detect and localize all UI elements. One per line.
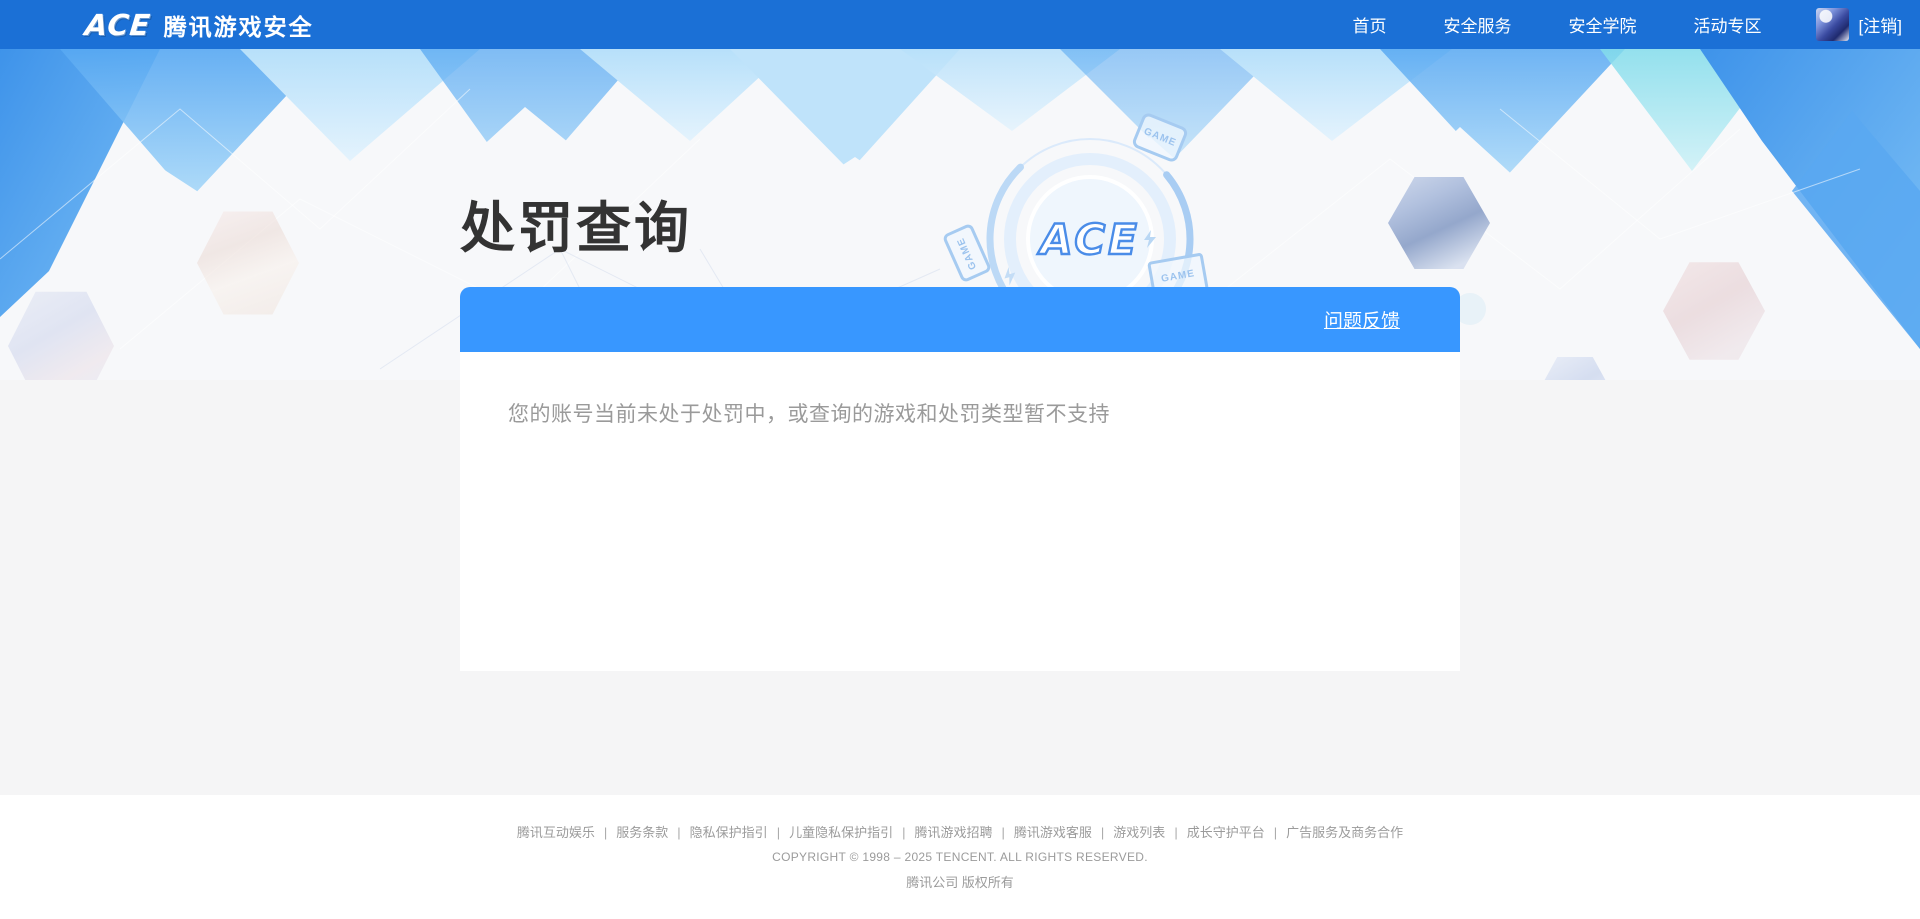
svg-text:ACE: ACE [1037,215,1140,264]
page-footer: 腾讯互动娱乐 | 服务条款 | 隐私保护指引 | 儿童隐私保护指引 | 腾讯游戏招聘 | 腾讯游戏客… [0,795,1920,919]
game-tablet-label: GAME [1142,126,1178,149]
nav-item-security-academy[interactable]: 安全学院 [1569,12,1637,37]
footer-separator: | [902,825,906,840]
footer-separator: | [1100,825,1105,840]
footer-link-recruiting[interactable]: 腾讯游戏招聘 [914,825,992,840]
nav-item-security-services[interactable]: 安全服务 [1444,12,1512,37]
punishment-query-panel: 问题反馈 您的账号当前未处于处罚中，或查询的游戏和处罚类型暂不支持 [460,287,1460,671]
query-panel-header: 问题反馈 [460,287,1460,352]
footer-link-terms[interactable]: 服务条款 [616,825,668,840]
page-title: 处罚查询 [460,197,693,259]
footer-separator: | [603,825,608,840]
top-navbar: ACE 腾讯游戏安全 首页 安全服务 安全学院 活动专区 [注销] [0,0,1920,49]
query-result-card: 您的账号当前未处于处罚中，或查询的游戏和处罚类型暂不支持 [460,352,1460,671]
footer-link-privacy[interactable]: 隐私保护指引 [690,825,768,840]
logout-link[interactable]: [注销] [1859,12,1902,37]
game-monitor-label: GAME [1160,267,1196,285]
footer-links: 腾讯互动娱乐 | 服务条款 | 隐私保护指引 | 儿童隐私保护指引 | 腾讯游戏招聘 | 腾讯游戏客… [0,822,1920,841]
footer-separator: | [677,825,681,840]
footer-separator: | [1174,825,1178,840]
footer-link-children-privacy[interactable]: 儿童隐私保护指引 [789,825,893,840]
footer-link-growth-guard[interactable]: 成长守护平台 [1187,825,1265,840]
footer-separator: | [1273,825,1278,840]
feedback-link[interactable]: 问题反馈 [1324,306,1400,333]
nav-item-home[interactable]: 首页 [1353,12,1387,37]
footer-link-tencent-games[interactable]: 腾讯互动娱乐 [517,825,595,840]
company-text: 腾讯公司 版权所有 [906,875,1014,890]
brand-title: 腾讯游戏安全 [163,13,314,40]
footer-link-ads-business[interactable]: 广告服务及商务合作 [1286,825,1403,840]
lightning-icon [1144,230,1156,248]
footer-separator: | [776,825,781,840]
nav-links: 首页 安全服务 安全学院 活动专区 [1353,12,1762,37]
game-phone-label: GAME [955,235,979,271]
brand[interactable]: ACE 腾讯游戏安全 [83,7,314,42]
user-avatar[interactable] [1815,8,1849,41]
empty-result-message: 您的账号当前未处于处罚中，或查询的游戏和处罚类型暂不支持 [508,403,1110,426]
copyright-text: COPYRIGHT © 1998 – 2025 TENCENT. ALL RIG… [772,850,1148,864]
ace-logo-icon: ACE [83,7,153,42]
footer-link-customer-service[interactable]: 腾讯游戏客服 [1014,825,1092,840]
nav-item-activity-zone[interactable]: 活动专区 [1694,12,1762,37]
footer-link-game-list[interactable]: 游戏列表 [1113,825,1165,840]
footer-separator: | [1001,825,1005,840]
